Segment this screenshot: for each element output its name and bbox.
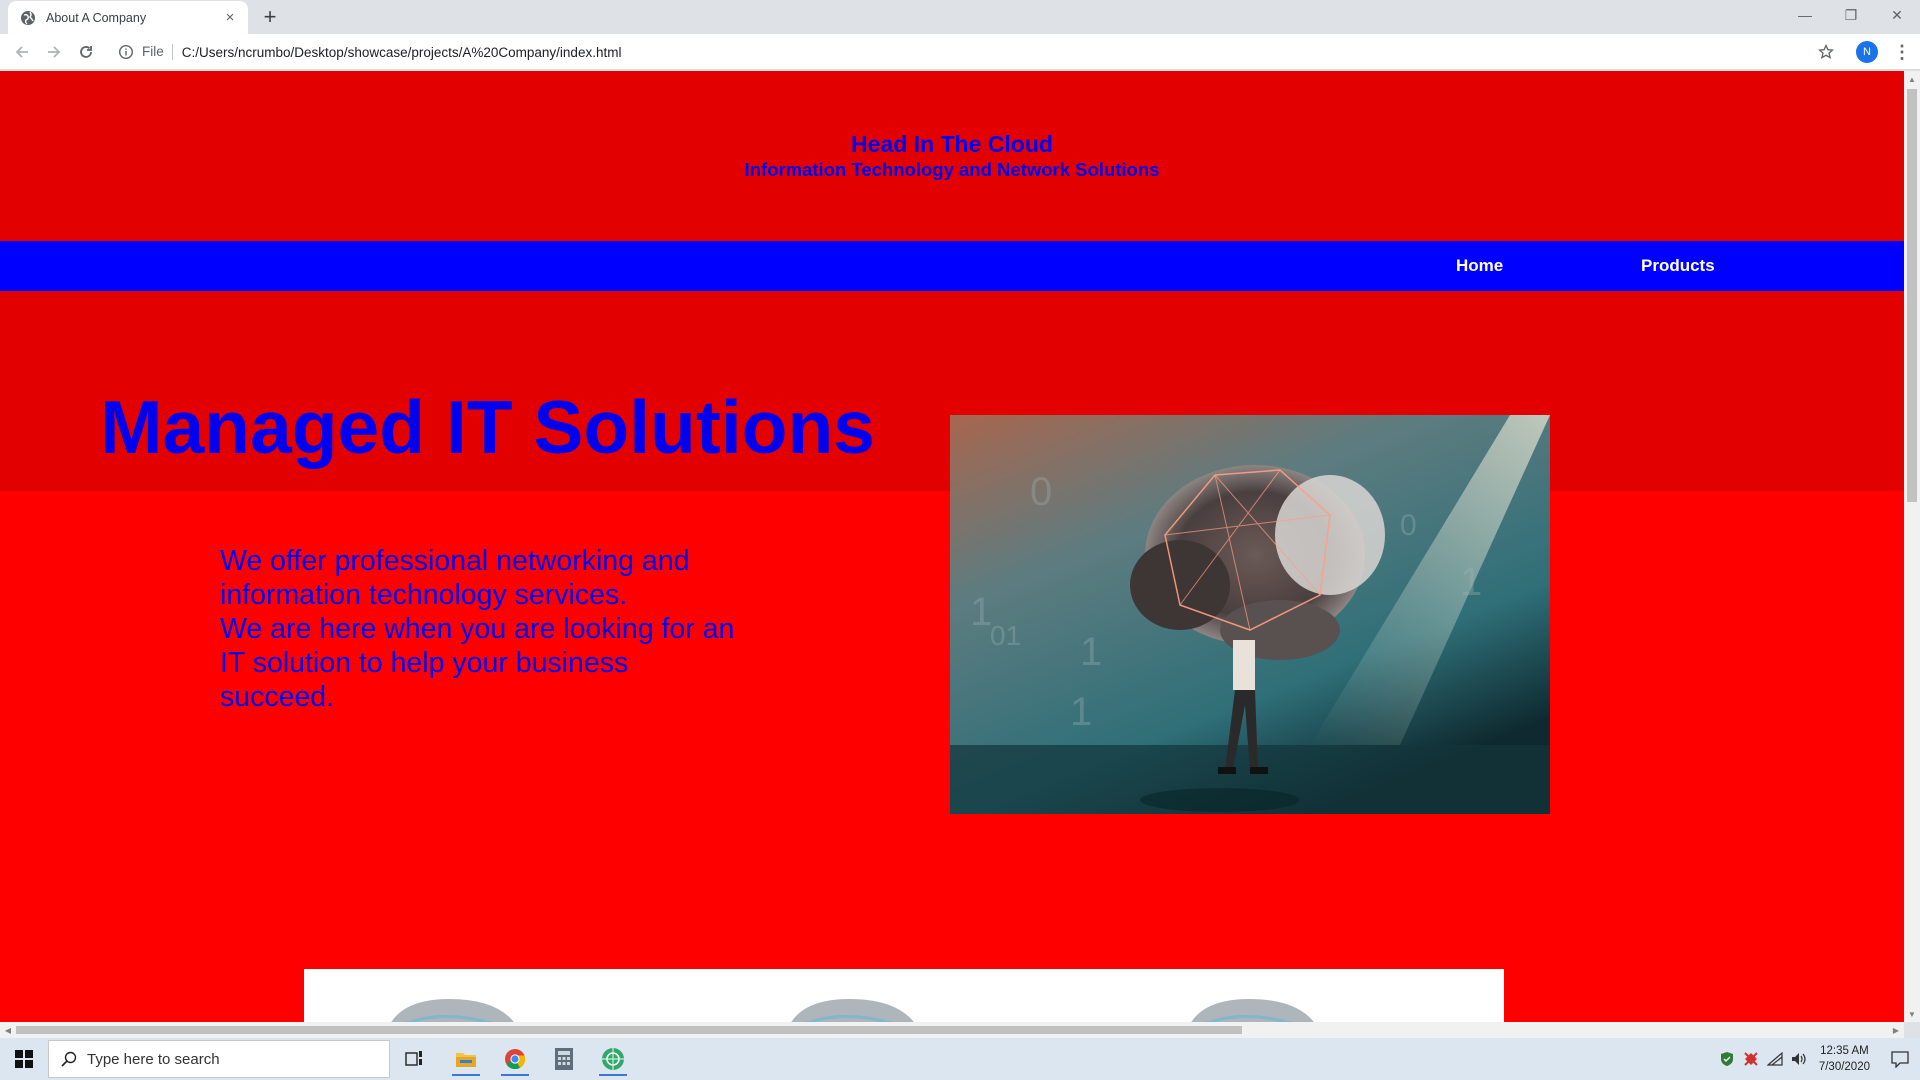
info-icon[interactable]: [118, 44, 134, 60]
system-tray: 12:35 AM 7/30/2020: [1715, 1038, 1920, 1080]
wifi-icon[interactable]: [1764, 1048, 1786, 1070]
network-app-icon: [602, 1048, 624, 1070]
tab-title: About A Company: [46, 10, 147, 25]
back-arrow-icon: [15, 46, 28, 58]
vertical-scrollbar[interactable]: ▲ ▼: [1904, 71, 1920, 1022]
vertical-scroll-thumb[interactable]: [1907, 89, 1917, 502]
nav-link-home[interactable]: Home: [1456, 256, 1503, 276]
svg-text:1: 1: [1070, 690, 1092, 734]
profile-avatar[interactable]: N: [1856, 41, 1878, 63]
horizontal-scrollbar[interactable]: ◀ ▶: [0, 1022, 1904, 1038]
security-shield-icon[interactable]: [1716, 1048, 1738, 1070]
page-viewport: Head In The Cloud Information Technology…: [0, 71, 1904, 1022]
chrome-button[interactable]: [498, 1042, 532, 1076]
hero-paragraph-1: We offer professional networking and inf…: [220, 545, 690, 611]
clock-time: 12:35 AM: [1820, 1045, 1869, 1057]
back-button[interactable]: [10, 40, 34, 64]
clock-date: 7/30/2020: [1818, 1061, 1870, 1073]
globe-favicon-icon: [21, 10, 35, 25]
product-image: [791, 999, 914, 1022]
product-image: [1191, 999, 1314, 1022]
reload-button[interactable]: [74, 40, 98, 64]
scroll-right-arrow-icon[interactable]: ▶: [1888, 1022, 1904, 1038]
active-indicator: [452, 1074, 480, 1076]
notifications-icon: [1891, 1051, 1909, 1068]
tab-strip: About A Company × + — ❐ ✕: [0, 0, 1920, 34]
scroll-down-arrow-icon[interactable]: ▼: [1904, 1006, 1920, 1022]
calculator-button[interactable]: [547, 1042, 581, 1076]
close-window-button[interactable]: ✕: [1874, 0, 1920, 30]
address-bar[interactable]: File C:/Users/ncrumbo/Desktop/showcase/p…: [108, 38, 1808, 66]
taskbar-search-box[interactable]: Type here to search: [48, 1040, 390, 1078]
task-view-icon: [405, 1051, 422, 1066]
scroll-up-arrow-icon[interactable]: ▲: [1904, 71, 1920, 87]
windows-taskbar: Type here to search 12:35 AM 7/30/2020: [0, 1038, 1920, 1080]
hero-image-cloud-person: 0 1 01 1110: [950, 415, 1550, 814]
file-label: File: [142, 44, 173, 60]
network-app-button[interactable]: [596, 1042, 630, 1076]
site-tagline: Information Technology and Network Solut…: [744, 159, 1160, 180]
action-center-button[interactable]: [1880, 1038, 1920, 1080]
site-title: Head In The Cloud: [851, 131, 1053, 157]
products-strip: [304, 969, 1504, 1022]
site-header: Head In The Cloud Information Technology…: [0, 71, 1904, 241]
browser-toolbar: File C:/Users/ncrumbo/Desktop/showcase/p…: [0, 34, 1920, 70]
volume-icon[interactable]: [1788, 1048, 1810, 1070]
task-view-button[interactable]: [398, 1042, 432, 1076]
search-placeholder: Type here to search: [87, 1050, 220, 1068]
hero-text: We offer professional networking and inf…: [220, 544, 740, 714]
antivirus-icon[interactable]: [1740, 1048, 1762, 1070]
svg-text:1: 1: [970, 590, 992, 634]
active-indicator: [501, 1074, 529, 1076]
svg-text:0: 0: [1400, 509, 1417, 542]
forward-arrow-icon: [48, 46, 61, 58]
star-icon: [1818, 44, 1834, 59]
forward-button[interactable]: [42, 40, 66, 64]
chrome-icon: [505, 1049, 526, 1070]
reload-icon: [80, 46, 92, 58]
browser-tab-active[interactable]: About A Company ×: [8, 1, 248, 34]
nav-link-products[interactable]: Products: [1641, 256, 1715, 276]
product-image: [391, 999, 514, 1022]
svg-text:01: 01: [990, 620, 1021, 651]
hero-heading: Managed IT Solutions: [100, 385, 876, 469]
horizontal-scroll-thumb[interactable]: [16, 1026, 1242, 1034]
site-nav: Home Products: [0, 241, 1904, 291]
svg-text:0: 0: [1030, 470, 1052, 514]
new-tab-button[interactable]: +: [258, 4, 282, 29]
active-indicator: [599, 1074, 627, 1076]
file-explorer-icon: [456, 1053, 476, 1067]
minimize-button[interactable]: —: [1782, 0, 1828, 30]
url-text[interactable]: C:/Users/ncrumbo/Desktop/showcase/projec…: [182, 45, 622, 60]
file-explorer-button[interactable]: [449, 1042, 483, 1076]
tab-close-icon[interactable]: ×: [222, 9, 238, 26]
bookmark-star-button[interactable]: [1814, 40, 1838, 64]
windows-start-icon: [15, 1050, 33, 1068]
scroll-left-arrow-icon[interactable]: ◀: [0, 1022, 16, 1038]
hero-paragraph-2: We are here when you are looking for an …: [220, 613, 735, 713]
svg-text:1: 1: [1080, 630, 1102, 674]
window-controls: — ❐ ✕: [1782, 0, 1920, 30]
start-button[interactable]: [0, 1038, 48, 1080]
calculator-icon: [555, 1048, 573, 1070]
search-icon: [61, 1051, 77, 1067]
restore-button[interactable]: ❐: [1828, 0, 1874, 30]
taskbar-clock[interactable]: 12:35 AM 7/30/2020: [1819, 1043, 1870, 1075]
browser-menu-button[interactable]: ⋮: [1890, 40, 1914, 64]
svg-text:1: 1: [1460, 560, 1482, 604]
